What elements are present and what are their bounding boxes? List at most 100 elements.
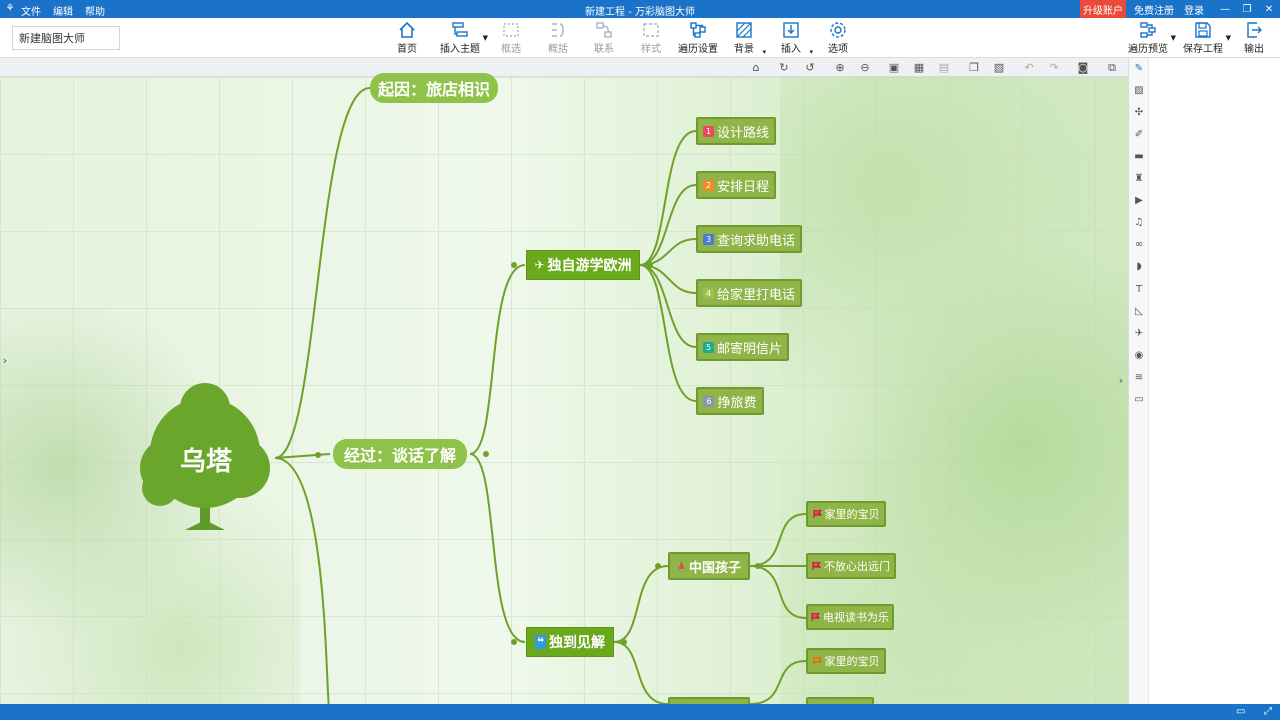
link-icon[interactable]: ∞ [1132,238,1146,252]
select-button[interactable]: 框选 [486,20,536,56]
leaf-1-label: 家里的宝贝 [824,508,880,521]
number-2-icon: 2 [702,179,714,191]
save-project-button[interactable]: 保存工程 ▼ [1175,20,1231,56]
airplane-icon: ✈ [534,258,545,272]
save-project-label: 保存工程 [1183,44,1223,55]
number-6-icon: 6 [703,395,715,407]
layers-icon[interactable]: ≋ [1132,371,1146,385]
monitor-icon[interactable]: ▭ [1236,706,1245,717]
subtopic-2-label: 安排日程 [716,179,769,195]
compass-icon[interactable]: ◉ [1132,349,1146,363]
tour-preview-icon [1140,22,1156,38]
topic-solo-europe[interactable]: ✈ 独自游学欧洲 [526,250,640,280]
insert-topic-button[interactable]: 插入主题 ▼ [432,20,488,56]
number-1-icon: 1 [702,125,714,137]
leaf-3[interactable]: 电视读书为乐 [806,604,894,630]
subtopic-6[interactable]: 6 挣旅费 [696,387,764,415]
summary-button[interactable]: 概括 [533,20,583,56]
style-icon [643,23,659,37]
tag-icon[interactable]: ◗ [1132,260,1146,274]
style-button[interactable]: 样式 [626,20,676,56]
red-flag-icon [812,562,821,570]
style-label: 样式 [641,44,661,55]
mindmap-canvas[interactable]: ⌂ ↻ ↺ ⊕ ⊖ ▣ ▦ ▤ ❐ ▧ ↶ ↷ ◙ ⧉ 乌塔 起因：旅店相识 经… [0,58,1128,704]
shirt-icon[interactable]: ♜ [1132,172,1146,186]
topic-unique-view-label: 独到见解 [549,635,606,651]
minimize-icon[interactable]: — [1214,4,1236,15]
home-button[interactable]: 首页 [382,20,432,56]
export-label: 输出 [1244,44,1264,55]
expand-left-panel-icon[interactable]: › [0,341,10,381]
number-3-icon: 3 [702,233,714,245]
register-link[interactable]: 免费注册 [1134,2,1174,17]
insert-button[interactable]: 插入 ▾ [766,20,816,56]
leaf-2-label: 不放心出远门 [824,560,890,573]
login-link[interactable]: 登录 [1184,2,1204,17]
gear-icon [830,22,846,38]
subtopic-chinese-kids[interactable]: ♟ 中国孩子 [668,552,750,580]
insert-icon [783,22,799,38]
comment-icon[interactable]: ▬ [1132,150,1146,164]
menu-bar: 文件 编辑 帮助 [21,3,105,18]
tour-preview-button[interactable]: 遍历预览 ▼ [1120,20,1176,56]
menu-edit[interactable]: 编辑 [53,3,73,18]
topic-unique-view[interactable]: ❝ 独到见解 [526,627,614,657]
root-topic[interactable]: 乌塔 [180,441,232,478]
subtopic-5[interactable]: 5 邮寄明信片 [696,333,789,361]
menu-help[interactable]: 帮助 [85,3,105,18]
subtopic-1[interactable]: 1 设计路线 [696,117,776,145]
select-label: 框选 [501,44,521,55]
pen-icon[interactable]: ✐ [1132,128,1146,142]
subtopic-5-label: 邮寄明信片 [716,341,782,357]
subtopic-4[interactable]: 4 给家里打电话 [696,279,802,307]
leaf-5[interactable] [806,697,874,704]
tour-preview-label: 遍历预览 [1128,44,1168,55]
number-5-icon: 5 [702,341,714,353]
music-icon[interactable]: ♫ [1132,216,1146,230]
subtopic-cut-off[interactable] [668,697,750,704]
background-icon [736,22,752,38]
options-label: 选项 [828,44,848,55]
upgrade-account-button[interactable]: 升级账户 [1080,0,1126,19]
options-button[interactable]: 选项 [813,20,863,56]
export-button[interactable]: 输出 [1229,20,1279,56]
branch-process[interactable]: 经过：谈话了解 [333,439,467,469]
background-button[interactable]: 背景 ▾ [719,20,769,56]
tour-settings-icon [690,22,706,38]
expand-right-panel-icon[interactable]: › [1116,361,1126,401]
relation-icon [596,22,612,38]
tour-settings-button[interactable]: 遍历设置 [673,20,723,56]
text-icon[interactable]: T [1132,283,1146,297]
quote-icon: ❝ [534,635,547,649]
tour-settings-label: 遍历设置 [678,44,718,55]
edit-icon[interactable]: ✎ [1132,62,1146,76]
property-panel: ✎ ▨ ✣ ✐ ▬ ♜ ▶ ♫ ∞ ◗ T ◺ ✈ ◉ ≋ ▭ [1128,58,1280,704]
video-icon[interactable]: ▶ [1132,194,1146,208]
subtopic-chinese-kids-label: 中国孩子 [688,560,741,576]
number-4-icon: 4 [702,287,714,299]
relation-button[interactable]: 联系 [579,20,629,56]
summary-label: 概括 [548,44,568,55]
branch-cause[interactable]: 起因：旅店相识 [370,73,498,103]
chart-icon[interactable]: ◺ [1132,305,1146,319]
subtopic-2[interactable]: 2 安排日程 [696,171,776,199]
leaf-2[interactable]: 不放心出远门 [806,553,896,579]
leaf-1[interactable]: 家里的宝贝 [806,501,886,527]
subtopic-3[interactable]: 3 查询求助电话 [696,225,802,253]
leaf-4[interactable]: 家里的宝贝 [806,648,886,674]
status-bar: ▭ ⤢ [0,704,1280,720]
menu-file[interactable]: 文件 [21,3,41,18]
box-icon[interactable]: ▭ [1132,393,1146,407]
image-icon[interactable]: ▨ [1132,84,1146,98]
title-bar: ⚘ 文件 编辑 帮助 新建工程 - 万彩脑图大师 升级账户 免费注册 登录 — … [0,0,1280,19]
home-label: 首页 [397,44,417,55]
person-icon: ♟ [677,560,686,572]
document-name-input[interactable] [12,26,120,50]
restore-icon[interactable]: ❐ [1236,4,1258,15]
fullscreen-icon[interactable]: ⤢ [1264,706,1272,717]
topic-solo-europe-label: 独自游学欧洲 [547,258,632,274]
puzzle-icon[interactable]: ✣ [1132,106,1146,120]
close-icon[interactable]: ✕ [1258,4,1280,15]
plane-icon[interactable]: ✈ [1132,327,1146,341]
subtopic-4-label: 给家里打电话 [716,287,795,303]
